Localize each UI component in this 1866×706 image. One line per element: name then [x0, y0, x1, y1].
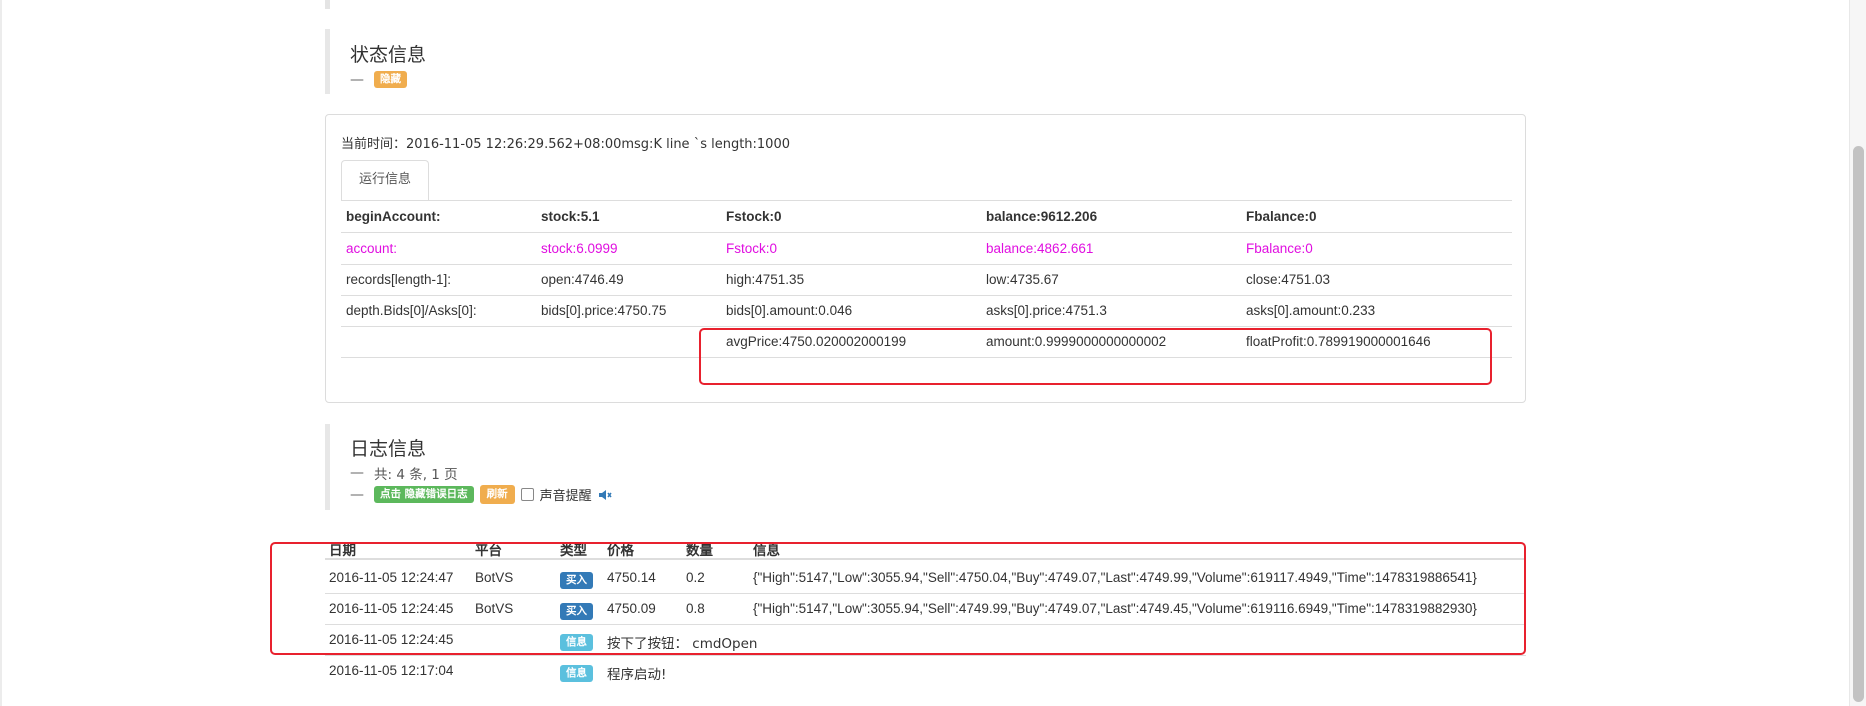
- log-section-title: 日志信息: [350, 438, 427, 460]
- status-cell: Fbalance:0: [1246, 209, 1317, 224]
- status-cell: asks[0].price:4751.3: [986, 303, 1107, 318]
- status-row-account: account: stock:6.0999 Fstock:0 balance:4…: [341, 233, 1512, 265]
- status-cell: open:4746.49: [541, 272, 624, 287]
- log-controls: — 点击 隐藏错误日志 刷新 声音提醒: [350, 485, 612, 504]
- status-row-depth: depth.Bids[0]/Asks[0]: bids[0].price:475…: [341, 295, 1512, 327]
- status-section-controls: — 隐藏: [350, 71, 426, 88]
- log-section-header: 日志信息 — 共: 4 条, 1 页 — 点击 隐藏错误日志 刷新 声音提醒: [325, 424, 612, 510]
- status-cell: close:4751.03: [1246, 272, 1331, 287]
- log-date: 2016-11-05 12:17:04: [329, 663, 454, 678]
- current-time: 当前时间：2016-11-05 12:26:29.562+08:00msg:K …: [341, 137, 790, 152]
- log-message: 程序启动!: [607, 667, 667, 683]
- status-cell: Fstock:0: [726, 241, 778, 256]
- refresh-button[interactable]: 刷新: [479, 485, 515, 504]
- scrollbar-thumb[interactable]: [1853, 146, 1864, 702]
- status-section-header: 状态信息 — 隐藏: [325, 29, 426, 94]
- status-cell: records[length-1]:: [346, 272, 452, 287]
- status-cell: Fstock:0: [726, 209, 782, 224]
- hide-status-button[interactable]: 隐藏: [374, 71, 407, 88]
- previous-section-marker: [325, 0, 330, 9]
- hide-error-logs-button[interactable]: 点击 隐藏错误日志: [374, 486, 474, 503]
- status-cell: bids[0].amount:0.046: [726, 303, 853, 318]
- status-cell: beginAccount:: [346, 209, 441, 224]
- status-cell: high:4751.35: [726, 272, 805, 287]
- status-cell: asks[0].amount:0.233: [1246, 303, 1376, 318]
- status-cell: balance:9612.206: [986, 209, 1098, 224]
- status-cell: stock:5.1: [541, 209, 600, 224]
- sound-alert-checkbox[interactable]: [520, 488, 534, 501]
- log-row: 2016-11-05 12:17:04 信息 程序启动!: [325, 655, 1526, 686]
- sound-alert-label: 声音提醒: [539, 489, 592, 504]
- speaker-icon[interactable]: [598, 489, 612, 501]
- status-row-begin-account: beginAccount: stock:5.1 Fstock:0 balance…: [341, 201, 1512, 233]
- log-type-badge: 信息: [560, 665, 593, 682]
- annotation-box-logs: [270, 542, 1526, 655]
- status-cell: Fbalance:0: [1246, 241, 1313, 256]
- status-cell: low:4735.67: [986, 272, 1059, 287]
- dash-marker: —: [350, 71, 364, 88]
- status-cell: depth.Bids[0]/Asks[0]:: [346, 303, 477, 318]
- tab-run-info[interactable]: 运行信息: [341, 160, 429, 201]
- dash-marker: —: [350, 465, 364, 481]
- log-summary: 共: 4 条, 1 页: [374, 467, 458, 483]
- status-cell: account:: [346, 241, 398, 256]
- annotation-box-position: [699, 328, 1492, 385]
- status-cell: bids[0].price:4750.75: [541, 303, 667, 318]
- status-cell: stock:6.0999: [541, 241, 618, 256]
- status-row-records: records[length-1]: open:4746.49 high:475…: [341, 264, 1512, 296]
- dash-marker: —: [350, 486, 364, 503]
- status-section-title: 状态信息: [350, 44, 427, 66]
- page-left-border: [0, 0, 2, 706]
- log-summary-line: — 共: 4 条, 1 页: [350, 463, 612, 483]
- status-cell: balance:4862.661: [986, 241, 1094, 256]
